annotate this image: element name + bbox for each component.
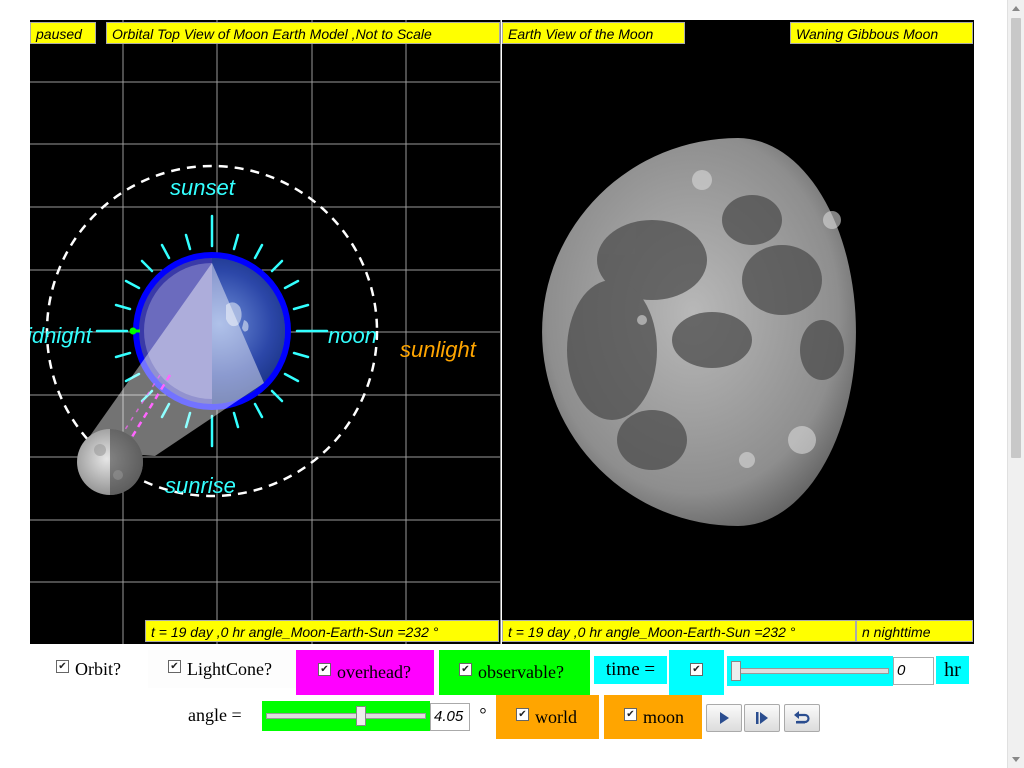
angle-slider-thumb[interactable]: [356, 706, 366, 726]
step-icon: [756, 712, 768, 724]
time-checkbox[interactable]: ✔: [690, 663, 703, 676]
label-noon: noon: [328, 323, 377, 348]
angle-slider-track[interactable]: [266, 713, 426, 719]
orbital-view-title: Orbital Top View of Moon Earth Model ,No…: [106, 22, 500, 44]
world-toggle[interactable]: ✔ world: [496, 695, 599, 739]
lightcone-label: LightCone?: [187, 658, 272, 679]
observer-dot[interactable]: [129, 327, 137, 335]
moon-phase-label: Waning Gibbous Moon: [790, 22, 973, 44]
overhead-checkbox[interactable]: ✔: [318, 663, 331, 676]
observable-checkbox[interactable]: ✔: [459, 663, 472, 676]
earth-view-title: Earth View of the Moon: [502, 22, 685, 44]
world-checkbox[interactable]: ✔: [516, 707, 529, 721]
time-value-input[interactable]: 0: [893, 657, 934, 685]
orbit-label: Orbit?: [75, 658, 121, 679]
reset-button[interactable]: [784, 704, 820, 732]
time-slider-thumb[interactable]: [731, 661, 741, 681]
overhead-toggle[interactable]: ✔ overhead?: [296, 650, 434, 695]
time-unit: hr: [936, 656, 969, 684]
play-button[interactable]: [706, 704, 742, 732]
scroll-up-icon[interactable]: [1012, 6, 1020, 11]
orbital-view-panel[interactable]: sunset idnight noon sunlight sunrise pau…: [30, 20, 501, 644]
orbital-view-canvas: sunset idnight noon sunlight sunrise: [30, 20, 500, 644]
daytime-label: n nighttime: [856, 620, 973, 642]
angle-slider[interactable]: [262, 701, 430, 731]
moon-toggle[interactable]: ✔ moon: [604, 695, 702, 739]
lightcone-toggle[interactable]: ✔ LightCone?: [148, 650, 296, 688]
overhead-label: overhead?: [337, 662, 411, 682]
label-midnight: idnight: [30, 323, 93, 348]
page-scrollbar[interactable]: [1007, 0, 1024, 768]
scrollbar-thumb[interactable]: [1011, 18, 1021, 458]
observable-label: observable?: [478, 662, 564, 682]
status-label: paused: [30, 22, 96, 44]
earth-view-panel[interactable]: Earth View of the Moon Waning Gibbous Mo…: [502, 20, 974, 644]
play-icon: [720, 712, 729, 724]
angle-unit: °: [479, 703, 487, 724]
orbit-toggle[interactable]: ✔ Orbit?: [50, 650, 146, 688]
world-label: world: [535, 706, 577, 727]
angle-value-input[interactable]: 4.05: [430, 703, 470, 731]
orbital-footer: t = 19 day ,0 hr angle_Moon-Earth-Sun =2…: [145, 620, 499, 642]
step-button[interactable]: [744, 704, 780, 732]
earth-view-footer: t = 19 day ,0 hr angle_Moon-Earth-Sun =2…: [502, 620, 856, 642]
time-slider[interactable]: [727, 656, 893, 686]
time-check-box[interactable]: ✔: [669, 650, 724, 695]
time-label: time =: [594, 656, 667, 684]
lightcone-checkbox[interactable]: ✔: [168, 659, 181, 673]
moon-phase-image: [542, 138, 856, 526]
reset-icon: [794, 711, 810, 724]
label-sunrise: sunrise: [165, 473, 236, 498]
observable-toggle[interactable]: ✔ observable?: [439, 650, 590, 695]
moon-label: moon: [643, 706, 685, 727]
time-slider-track[interactable]: [731, 668, 889, 674]
label-sunset: sunset: [170, 175, 236, 200]
orbit-checkbox[interactable]: ✔: [56, 659, 69, 673]
label-sunlight: sunlight: [400, 337, 477, 362]
moon-checkbox[interactable]: ✔: [624, 707, 637, 721]
angle-label: angle =: [188, 704, 242, 725]
scroll-down-icon[interactable]: [1012, 757, 1020, 762]
moon-view-canvas: [542, 138, 856, 526]
